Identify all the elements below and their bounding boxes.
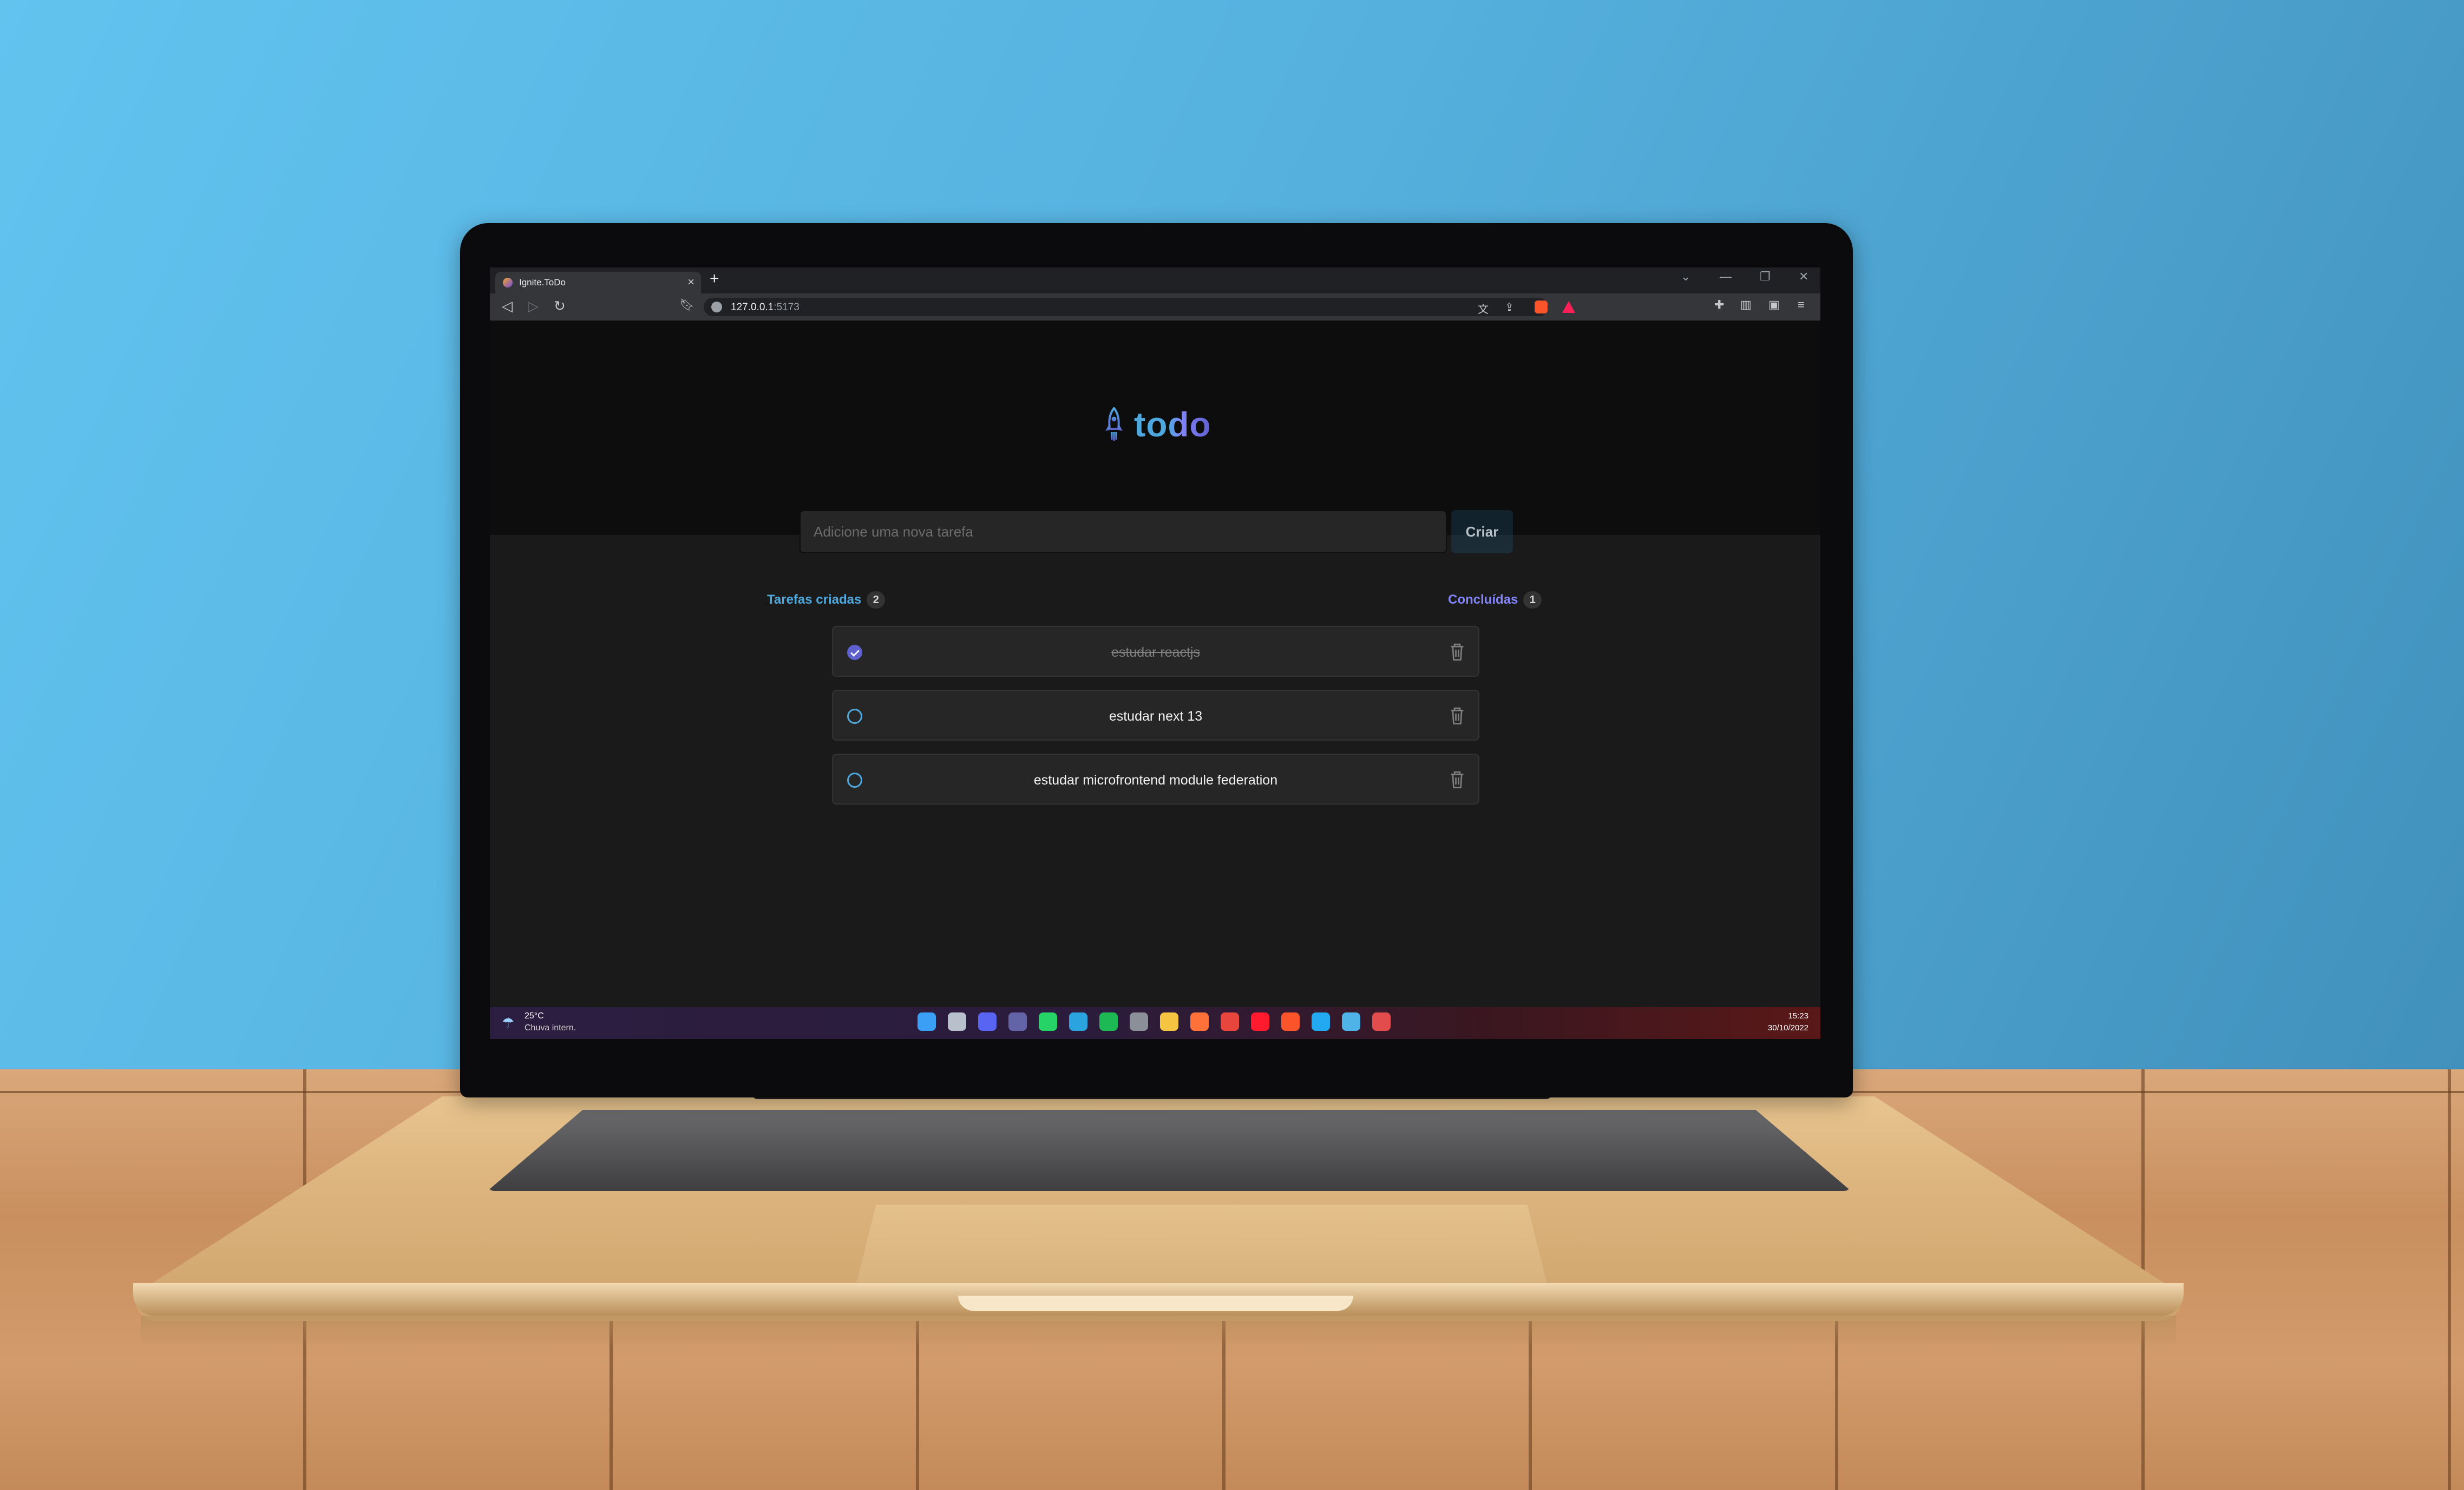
brave-shields-icon[interactable]: [1535, 300, 1548, 313]
firefox-icon[interactable]: [1190, 1012, 1209, 1031]
menu-icon[interactable]: ≡: [1798, 299, 1805, 311]
laptop-reflection: [141, 1316, 2176, 1348]
todo-page: todo Criar Tarefas criadas 2 Concluídas …: [490, 321, 1820, 1007]
maximize-button[interactable]: ❐: [1760, 270, 1771, 284]
vscode-icon[interactable]: [1312, 1012, 1330, 1031]
laptop-screen: Ignite.ToDo × + ⌄ — ❐ ✕ ◁ ▷ ↻ 🔖︎ 127.0.0…: [490, 267, 1820, 1039]
task-view-icon[interactable]: [948, 1012, 966, 1031]
laptop-trackpad: [855, 1205, 1548, 1289]
share-icon[interactable]: ⇪: [1505, 300, 1514, 314]
trash-icon[interactable]: [1448, 770, 1466, 789]
telegram-icon[interactable]: [1069, 1012, 1087, 1031]
task-checkbox-checked[interactable]: [847, 645, 862, 660]
rocket-icon: [1102, 407, 1126, 442]
task-text: estudar next 13: [1109, 709, 1203, 724]
task-text: estudar microfrontend module federation: [1033, 773, 1278, 788]
windows-taskbar: ☂ 25°C Chuva intern. 15:23 30/10/2022: [490, 1007, 1820, 1039]
bookmark-icon[interactable]: 🔖︎: [679, 299, 694, 311]
spotify-icon[interactable]: [1099, 1012, 1118, 1031]
sidebar-icon[interactable]: ▥: [1740, 299, 1752, 311]
logo-text: todo: [1134, 405, 1211, 444]
whatsapp-icon[interactable]: [1039, 1012, 1057, 1031]
brave-icon[interactable]: [1281, 1012, 1300, 1031]
opera-icon[interactable]: [1251, 1012, 1269, 1031]
done-tasks-badge: 1: [1523, 591, 1542, 609]
weather-temperature[interactable]: 25°C: [525, 1011, 544, 1021]
weather-description[interactable]: Chuva intern.: [525, 1023, 576, 1033]
translate-icon[interactable]: 文: [1478, 300, 1489, 316]
new-task-input[interactable]: [800, 510, 1447, 553]
teams-icon[interactable]: [1008, 1012, 1027, 1031]
clock-date[interactable]: 30/10/2022: [1768, 1023, 1808, 1032]
browser-toolbar: ◁ ▷ ↻ 🔖︎ 127.0.0.1:5173 文 ⇪ ✚ ▥ ▣ ≡: [490, 293, 1820, 321]
create-task-label[interactable]: Criar: [1451, 510, 1513, 553]
created-tasks-badge: 2: [867, 591, 886, 609]
reload-icon[interactable]: ↻: [554, 299, 566, 313]
page-header: todo: [490, 321, 1820, 535]
chrome-icon[interactable]: [1221, 1012, 1239, 1031]
discord-icon[interactable]: [978, 1012, 997, 1031]
paint-app-icon[interactable]: [1372, 1012, 1391, 1031]
task-item: estudar reactjs: [832, 626, 1479, 677]
browser-tab[interactable]: Ignite.ToDo ×: [495, 272, 701, 293]
tab-close-icon[interactable]: ×: [687, 275, 694, 289]
weather-icon[interactable]: ☂: [502, 1015, 514, 1031]
wallet-icon[interactable]: ▣: [1768, 299, 1780, 311]
windows-start-icon[interactable]: [918, 1012, 936, 1031]
todo-logo: todo: [1102, 403, 1211, 446]
calculator-icon[interactable]: [1130, 1012, 1148, 1031]
brave-rewards-icon[interactable]: [1562, 301, 1575, 313]
tab-title: Ignite.ToDo: [519, 277, 566, 287]
tab-search-icon[interactable]: ⌄: [1681, 270, 1690, 284]
task-item: estudar microfrontend module federation: [832, 754, 1479, 805]
trash-icon[interactable]: [1448, 642, 1466, 662]
file-explorer-icon[interactable]: [1160, 1012, 1178, 1031]
address-url[interactable]: 127.0.0.1:5173: [731, 302, 800, 313]
clock-time[interactable]: 15:23: [1788, 1011, 1808, 1021]
close-window-button[interactable]: ✕: [1799, 270, 1808, 284]
back-icon[interactable]: ◁: [502, 299, 513, 313]
site-info-icon[interactable]: [711, 302, 722, 312]
created-tasks-label: Tarefas criadas: [767, 592, 862, 607]
taskbar-app-icons: [918, 1012, 1391, 1031]
task-text: estudar reactjs: [1111, 645, 1200, 660]
trash-icon[interactable]: [1448, 706, 1466, 726]
forward-icon[interactable]: ▷: [528, 299, 539, 313]
browser-tab-bar: Ignite.ToDo × + ⌄ — ❐ ✕: [490, 267, 1820, 293]
laptop-notch: [958, 1296, 1353, 1311]
address-bar[interactable]: 127.0.0.1:5173 文 ⇪: [704, 298, 1575, 316]
laptop-keyboard: [487, 1110, 1851, 1191]
task-item: estudar next 13: [832, 690, 1479, 741]
created-tasks-counter: Tarefas criadas 2: [767, 591, 886, 609]
extensions-icon[interactable]: ✚: [1714, 299, 1724, 311]
task-checkbox[interactable]: [847, 773, 862, 788]
task-checkbox[interactable]: [847, 709, 862, 724]
done-tasks-counter: Concluídas 1: [1448, 591, 1542, 609]
new-tab-button[interactable]: +: [710, 271, 719, 287]
globe-app-icon[interactable]: [1342, 1012, 1360, 1031]
tab-favicon-icon: [503, 278, 513, 287]
minimize-button[interactable]: —: [1720, 270, 1732, 284]
done-tasks-label: Concluídas: [1448, 592, 1518, 607]
